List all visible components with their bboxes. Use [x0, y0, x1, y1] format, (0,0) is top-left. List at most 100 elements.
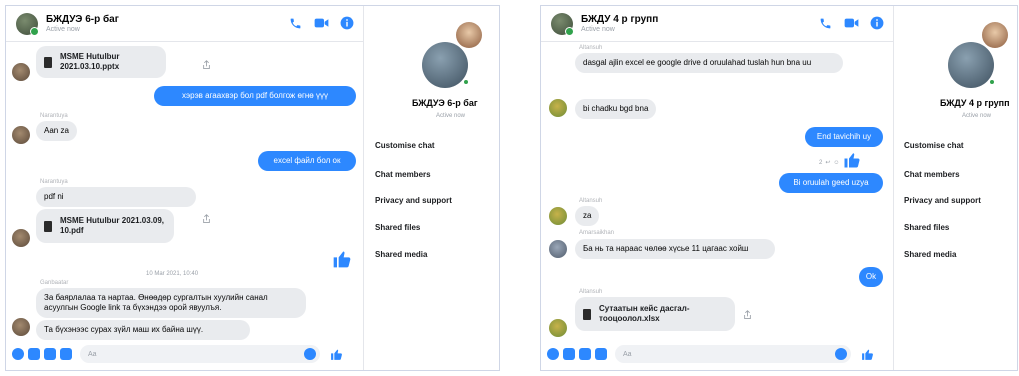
message-composer: Aa	[6, 338, 363, 370]
member-photo	[456, 22, 482, 48]
sidebar-item-chat-members[interactable]: Chat members	[904, 170, 960, 179]
chat-header: БЖДУЭ 6-р бaг Active now	[6, 6, 363, 42]
image-icon[interactable]	[28, 348, 40, 360]
like-icon[interactable]	[859, 346, 875, 362]
sender-name: Ganbaatar	[40, 280, 69, 286]
incoming-message[interactable]: bi chadku bgd bna	[575, 99, 657, 119]
sidebar-item-customise-chat[interactable]: Customise chat	[375, 141, 435, 150]
file-icon	[44, 220, 52, 232]
share-icon[interactable]	[202, 57, 211, 75]
message-composer: Aa	[541, 338, 893, 370]
sender-name: Altansuh	[579, 198, 603, 204]
message-input[interactable]: Aa	[80, 345, 320, 363]
chat-info-sidebar: БЖДУЭ 6-р бaг Active now Customise chat …	[363, 6, 499, 370]
group-avatar[interactable]	[16, 12, 39, 36]
info-icon[interactable]	[869, 15, 885, 31]
video-icon[interactable]	[313, 15, 329, 31]
incoming-message[interactable]: Aan za	[36, 121, 77, 141]
sidebar-item-customise-chat[interactable]: Customise chat	[904, 141, 964, 150]
group-avatar[interactable]	[422, 42, 470, 88]
outgoing-message[interactable]: Ok	[859, 267, 883, 287]
file-attachment[interactable]: MSME Hutulbur 2021.03.09, 10.pdf	[36, 209, 174, 243]
react-icon[interactable]: ☺	[833, 160, 839, 166]
incoming-message[interactable]: За баярлалаа та нартаа. Өнөөдөр сургалты…	[36, 288, 306, 318]
active-status: Active now	[581, 26, 615, 33]
sender-avatar[interactable]	[12, 63, 30, 81]
sidebar-active-status: Active now	[962, 113, 992, 119]
sidebar-item-chat-members[interactable]: Chat members	[375, 170, 431, 179]
incoming-message[interactable]: pdf ni	[36, 187, 196, 207]
sidebar-chat-title: БЖДУЭ 6-р бaг	[412, 98, 478, 108]
online-indicator	[988, 78, 996, 86]
outgoing-message[interactable]: excel файл бол ок	[258, 151, 356, 171]
sender-avatar[interactable]	[549, 240, 567, 258]
chat-window-right: БЖДУ 4 р групп Active now Altansuh dasga…	[540, 5, 1018, 371]
online-indicator	[462, 78, 470, 86]
share-icon[interactable]	[743, 307, 752, 325]
gif-icon[interactable]	[60, 348, 72, 360]
group-avatar[interactable]	[551, 12, 574, 36]
active-status: Active now	[46, 26, 80, 33]
sender-avatar[interactable]	[549, 319, 567, 337]
incoming-message[interactable]: Ба нь та нарaас чөлөө хүсье 11 цагаас хо…	[575, 239, 775, 259]
sender-name: Narantuya	[40, 113, 68, 119]
sender-avatar[interactable]	[12, 318, 30, 336]
sender-name: Narantuya	[40, 179, 68, 185]
message-input[interactable]: Aa	[615, 345, 851, 363]
chat-window-left: БЖДУЭ 6-р бaг Active now MSME Hutulbur 2…	[5, 5, 500, 371]
plus-icon[interactable]	[547, 348, 559, 360]
outgoing-message[interactable]: End tavichih uy	[805, 127, 883, 147]
group-avatar[interactable]	[948, 42, 996, 88]
sender-avatar[interactable]	[12, 229, 30, 247]
sender-name: Amarsaikhan	[579, 230, 615, 236]
incoming-message[interactable]: dasgal ajlin excel ee google drive d oru…	[575, 53, 843, 73]
video-icon[interactable]	[843, 15, 859, 31]
like-icon[interactable]	[843, 151, 861, 174]
outgoing-message[interactable]: хэрэв агаахвэр бол pdf болгож өгнө үүү	[154, 86, 356, 106]
gif-icon[interactable]	[595, 348, 607, 360]
incoming-message[interactable]: Та бүхэнээс сурах зүйл маш их байна шүү.	[36, 320, 250, 340]
outgoing-message[interactable]: Bi oruulah geed uzya	[779, 173, 883, 193]
reaction-count: 2	[819, 159, 823, 166]
sender-avatar[interactable]	[549, 207, 567, 225]
sticker-icon[interactable]	[44, 348, 56, 360]
file-attachment[interactable]: Сутаатын кейс дасгал-тооцоолол.xlsx	[575, 297, 735, 331]
sidebar-item-shared-files[interactable]: Shared files	[375, 223, 420, 232]
emoji-icon[interactable]	[835, 348, 847, 360]
like-icon[interactable]	[332, 249, 352, 274]
sender-avatar[interactable]	[12, 126, 30, 144]
message-list[interactable]: Altansuh dasgal ajlin excel ee google dr…	[541, 43, 893, 338]
phone-icon[interactable]	[817, 15, 833, 31]
chat-header: БЖДУ 4 р групп Active now	[541, 6, 893, 42]
sidebar-chat-title: БЖДУ 4 р групп	[940, 98, 1010, 108]
file-attachment[interactable]: MSME Hutulbur 2021.03.10.pptx	[36, 46, 166, 78]
sidebar-item-shared-media[interactable]: Shared media	[904, 250, 956, 259]
sidebar-active-status: Active now	[436, 113, 466, 119]
emoji-icon[interactable]	[304, 348, 316, 360]
file-icon	[44, 56, 52, 68]
chat-info-sidebar: БЖДУ 4 р групп Active now Customise chat…	[893, 6, 1017, 370]
chat-title[interactable]: БЖДУ 4 р групп	[581, 14, 658, 25]
reply-icon[interactable]: ↩	[825, 159, 830, 166]
file-icon	[583, 308, 591, 320]
sender-avatar[interactable]	[549, 99, 567, 117]
sidebar-item-shared-files[interactable]: Shared files	[904, 223, 949, 232]
message-list[interactable]: MSME Hutulbur 2021.03.10.pptx хэрэв агаа…	[6, 43, 363, 340]
sidebar-item-shared-media[interactable]: Shared media	[375, 250, 427, 259]
plus-icon[interactable]	[12, 348, 24, 360]
image-icon[interactable]	[563, 348, 575, 360]
sticker-icon[interactable]	[579, 348, 591, 360]
info-icon[interactable]	[339, 15, 355, 31]
incoming-message[interactable]: za	[575, 206, 600, 226]
like-icon[interactable]	[328, 346, 344, 362]
sidebar-item-privacy-support[interactable]: Privacy and support	[375, 196, 452, 205]
sender-name: Altansuh	[579, 289, 603, 295]
member-photo	[982, 22, 1008, 48]
chat-title[interactable]: БЖДУЭ 6-р бaг	[46, 14, 119, 25]
message-actions: 2 ↩ ☺	[819, 151, 861, 174]
share-icon[interactable]	[202, 211, 211, 229]
phone-icon[interactable]	[287, 15, 303, 31]
sender-name: Altansuh	[579, 45, 603, 51]
sidebar-item-privacy-support[interactable]: Privacy and support	[904, 196, 981, 205]
message-timestamp: 10 Mar 2021, 10:40	[146, 271, 199, 277]
